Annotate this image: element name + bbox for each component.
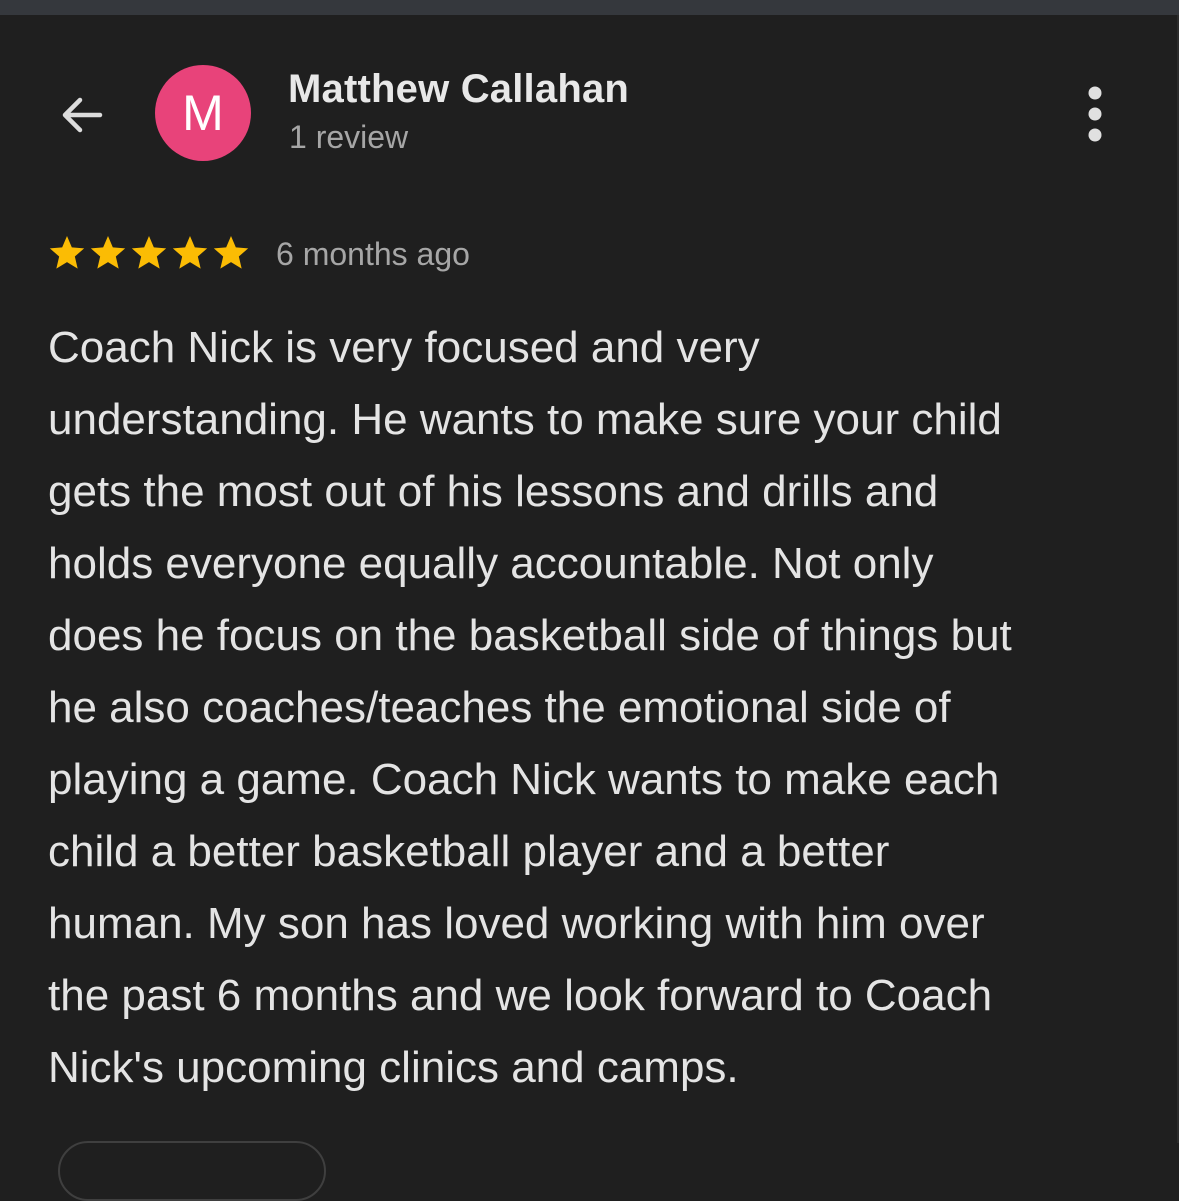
- more-vertical-icon: [1088, 86, 1102, 142]
- helpful-button[interactable]: [58, 1141, 326, 1201]
- review-text-line: the past 6 months and we look forward to…: [48, 971, 993, 1020]
- review-text-line: holds everyone equally accountable. Not …: [48, 539, 934, 588]
- review-text-line: child a better basketball player and a b…: [48, 827, 890, 876]
- review-text-line: understanding. He wants to make sure you…: [48, 395, 1002, 444]
- back-button[interactable]: [52, 87, 112, 143]
- review-text-line: he also coaches/teaches the emotional si…: [48, 683, 951, 732]
- star-icon: [49, 236, 85, 269]
- star-icon: [213, 236, 249, 269]
- review-text-line: Coach Nick is very focused and very: [48, 323, 760, 372]
- reviewer-name[interactable]: Matthew Callahan: [288, 67, 629, 112]
- reviewer-review-count: 1 review: [289, 119, 409, 155]
- star-icon: [90, 236, 126, 269]
- review-date: 6 months ago: [276, 236, 470, 272]
- star-icon: [131, 236, 167, 269]
- top-status-strip: [0, 0, 1179, 15]
- more-options-button[interactable]: [1070, 81, 1120, 147]
- arrow-left-icon: [62, 97, 103, 133]
- review-text: Coach Nick is very focused and very under…: [48, 312, 1128, 1104]
- review-text-line: Nick's upcoming clinics and camps.: [48, 1043, 739, 1092]
- review-text-line: human. My son has loved working with him…: [48, 899, 985, 948]
- review-text-line: gets the most out of his lessons and dri…: [48, 467, 939, 516]
- review-text-line: playing a game. Coach Nick wants to make…: [48, 755, 1000, 804]
- review-text-line: does he focus on the basketball side of …: [48, 611, 1012, 660]
- star-icon: [172, 236, 208, 269]
- avatar[interactable]: M: [155, 65, 251, 161]
- star-rating: [47, 233, 251, 273]
- review-panel: M Matthew Callahan 1 review 6 months ago…: [0, 15, 1179, 1201]
